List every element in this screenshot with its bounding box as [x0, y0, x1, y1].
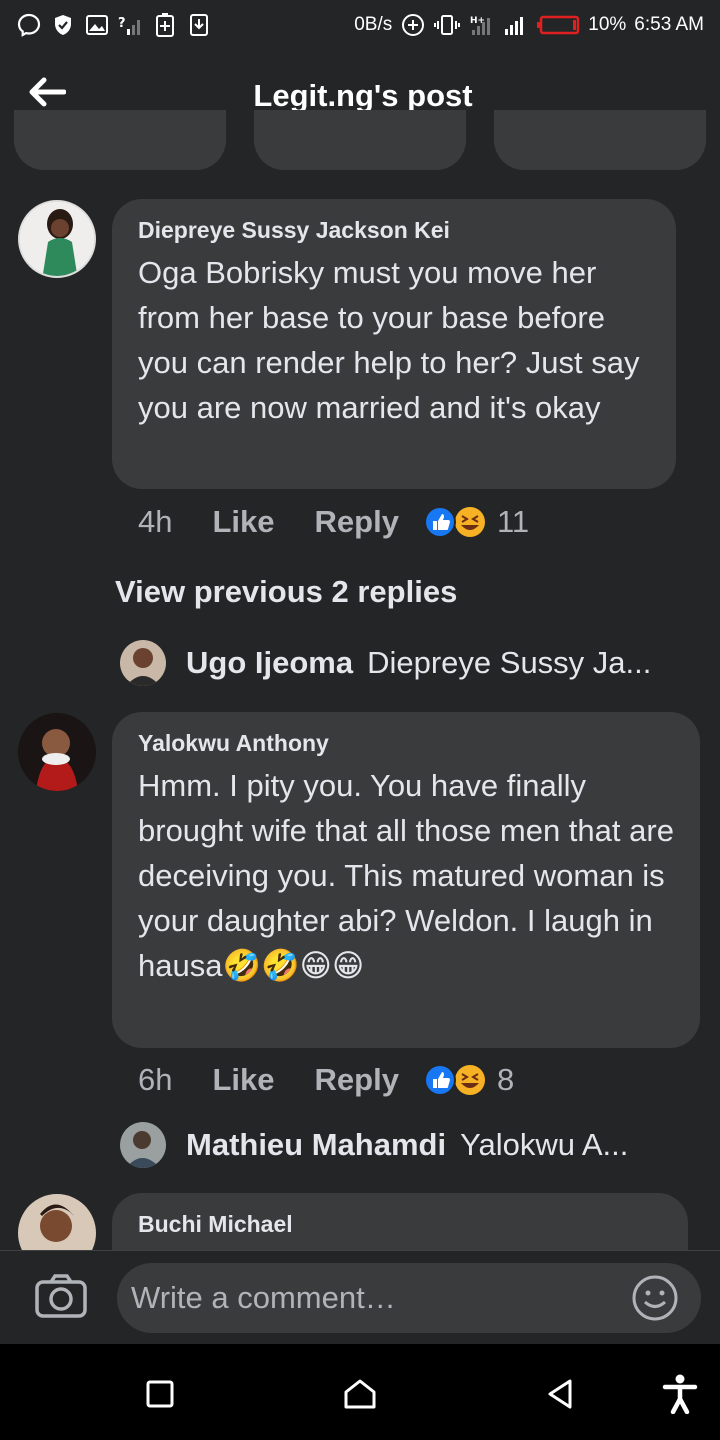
home-icon: [344, 1379, 376, 1409]
net-speed: 0B/s: [354, 14, 393, 35]
avatar[interactable]: [120, 640, 166, 686]
accessibility-icon: [662, 1374, 698, 1414]
square-icon: [146, 1380, 174, 1408]
comments-feed[interactable]: Diepreye Sussy Jackson Kei Oga Bobrisky …: [0, 142, 720, 1250]
reply-author[interactable]: Ugo Ijeoma: [186, 645, 353, 681]
like-haha-reaction-icon: [423, 1064, 485, 1096]
image-icon: [84, 12, 110, 38]
avatar[interactable]: [120, 1122, 166, 1168]
reply-preview[interactable]: Ugo Ijeoma Diepreye Sussy Ja...: [120, 640, 651, 686]
accessibility-button[interactable]: [660, 1374, 700, 1414]
screen: ? 0B/s H+ 10% 6:53 AM Legit.ng's post Di…: [0, 0, 720, 1440]
reaction-count: 8: [496, 1062, 515, 1097]
shield-icon: [50, 12, 76, 38]
comment-text: Hmm. I pity you. You have finally brough…: [138, 768, 674, 983]
reply-preview[interactable]: Mathieu Mahamdi Yalokwu A...: [120, 1122, 628, 1168]
vibrate-icon: [434, 12, 461, 38]
status-bar-left: ?: [16, 12, 212, 38]
camera-icon: [35, 1274, 87, 1318]
comment-actions: 6h Like Reply 8: [138, 1062, 514, 1098]
page-title: Legit.ng's post: [253, 78, 473, 113]
comment-text: Oga Bobrisky must you move her from her …: [138, 255, 640, 425]
messenger-icon: [16, 12, 42, 38]
like-haha-reaction-icon: [423, 506, 485, 538]
view-previous-replies-link[interactable]: View previous 2 replies: [115, 574, 457, 610]
comment-author[interactable]: Yalokwu Anthony: [138, 730, 674, 757]
signal-h-icon: H+: [468, 12, 494, 38]
battery-percent: 10%: [588, 14, 627, 35]
reactions-summary[interactable]: 11: [423, 504, 529, 540]
comment-actions: 4h Like Reply 11: [138, 504, 529, 540]
signal-icon: [502, 12, 528, 38]
reply-button[interactable]: Reply: [315, 504, 399, 540]
like-button[interactable]: Like: [212, 1062, 274, 1098]
comment-composer: [0, 1250, 720, 1344]
home-button[interactable]: [340, 1374, 380, 1414]
clock: 6:53 AM: [634, 14, 704, 35]
reply-button[interactable]: Reply: [315, 1062, 399, 1098]
comment-time: 6h: [138, 1062, 173, 1097]
avatar[interactable]: [18, 1194, 96, 1250]
comment-time: 4h: [138, 504, 173, 539]
add-circle-icon: [400, 12, 426, 38]
reply-text: Diepreye Sussy Ja...: [367, 645, 652, 680]
comment-input[interactable]: [117, 1263, 701, 1333]
back-nav-button[interactable]: [540, 1374, 580, 1414]
reply-text: Yalokwu A...: [460, 1127, 629, 1162]
triangle-back-icon: [548, 1379, 572, 1409]
signal-question-icon: ?: [118, 12, 144, 38]
comment-author[interactable]: Buchi Michael: [138, 1211, 662, 1238]
comment-bubble[interactable]: Yalokwu Anthony Hmm. I pity you. You hav…: [112, 712, 700, 1048]
avatar[interactable]: [18, 713, 96, 791]
comment-bubble[interactable]: Diepreye Sussy Jackson Kei Oga Bobrisky …: [112, 199, 676, 489]
camera-button[interactable]: [34, 1273, 88, 1323]
status-bar-right: 0B/s H+ 10% 6:53 AM: [354, 12, 704, 38]
battery-low-icon: [536, 12, 580, 38]
comment-author[interactable]: Diepreye Sussy Jackson Kei: [138, 217, 650, 244]
system-nav-bar: [0, 1344, 720, 1440]
smiley-icon: [632, 1275, 678, 1321]
emoji-button[interactable]: [630, 1273, 680, 1323]
reactions-summary[interactable]: 8: [423, 1062, 514, 1098]
comment-bubble[interactable]: Buchi Michael: [112, 1193, 688, 1250]
svg-text:?: ?: [118, 16, 126, 31]
download-icon: [186, 12, 212, 38]
status-bar: ? 0B/s H+ 10% 6:53 AM: [0, 0, 720, 50]
reaction-count: 11: [496, 504, 530, 539]
recents-button[interactable]: [140, 1374, 180, 1414]
avatar[interactable]: [18, 200, 96, 278]
battery-plus-icon: [152, 12, 178, 38]
like-button[interactable]: Like: [212, 504, 274, 540]
reply-author[interactable]: Mathieu Mahamdi: [186, 1127, 446, 1163]
